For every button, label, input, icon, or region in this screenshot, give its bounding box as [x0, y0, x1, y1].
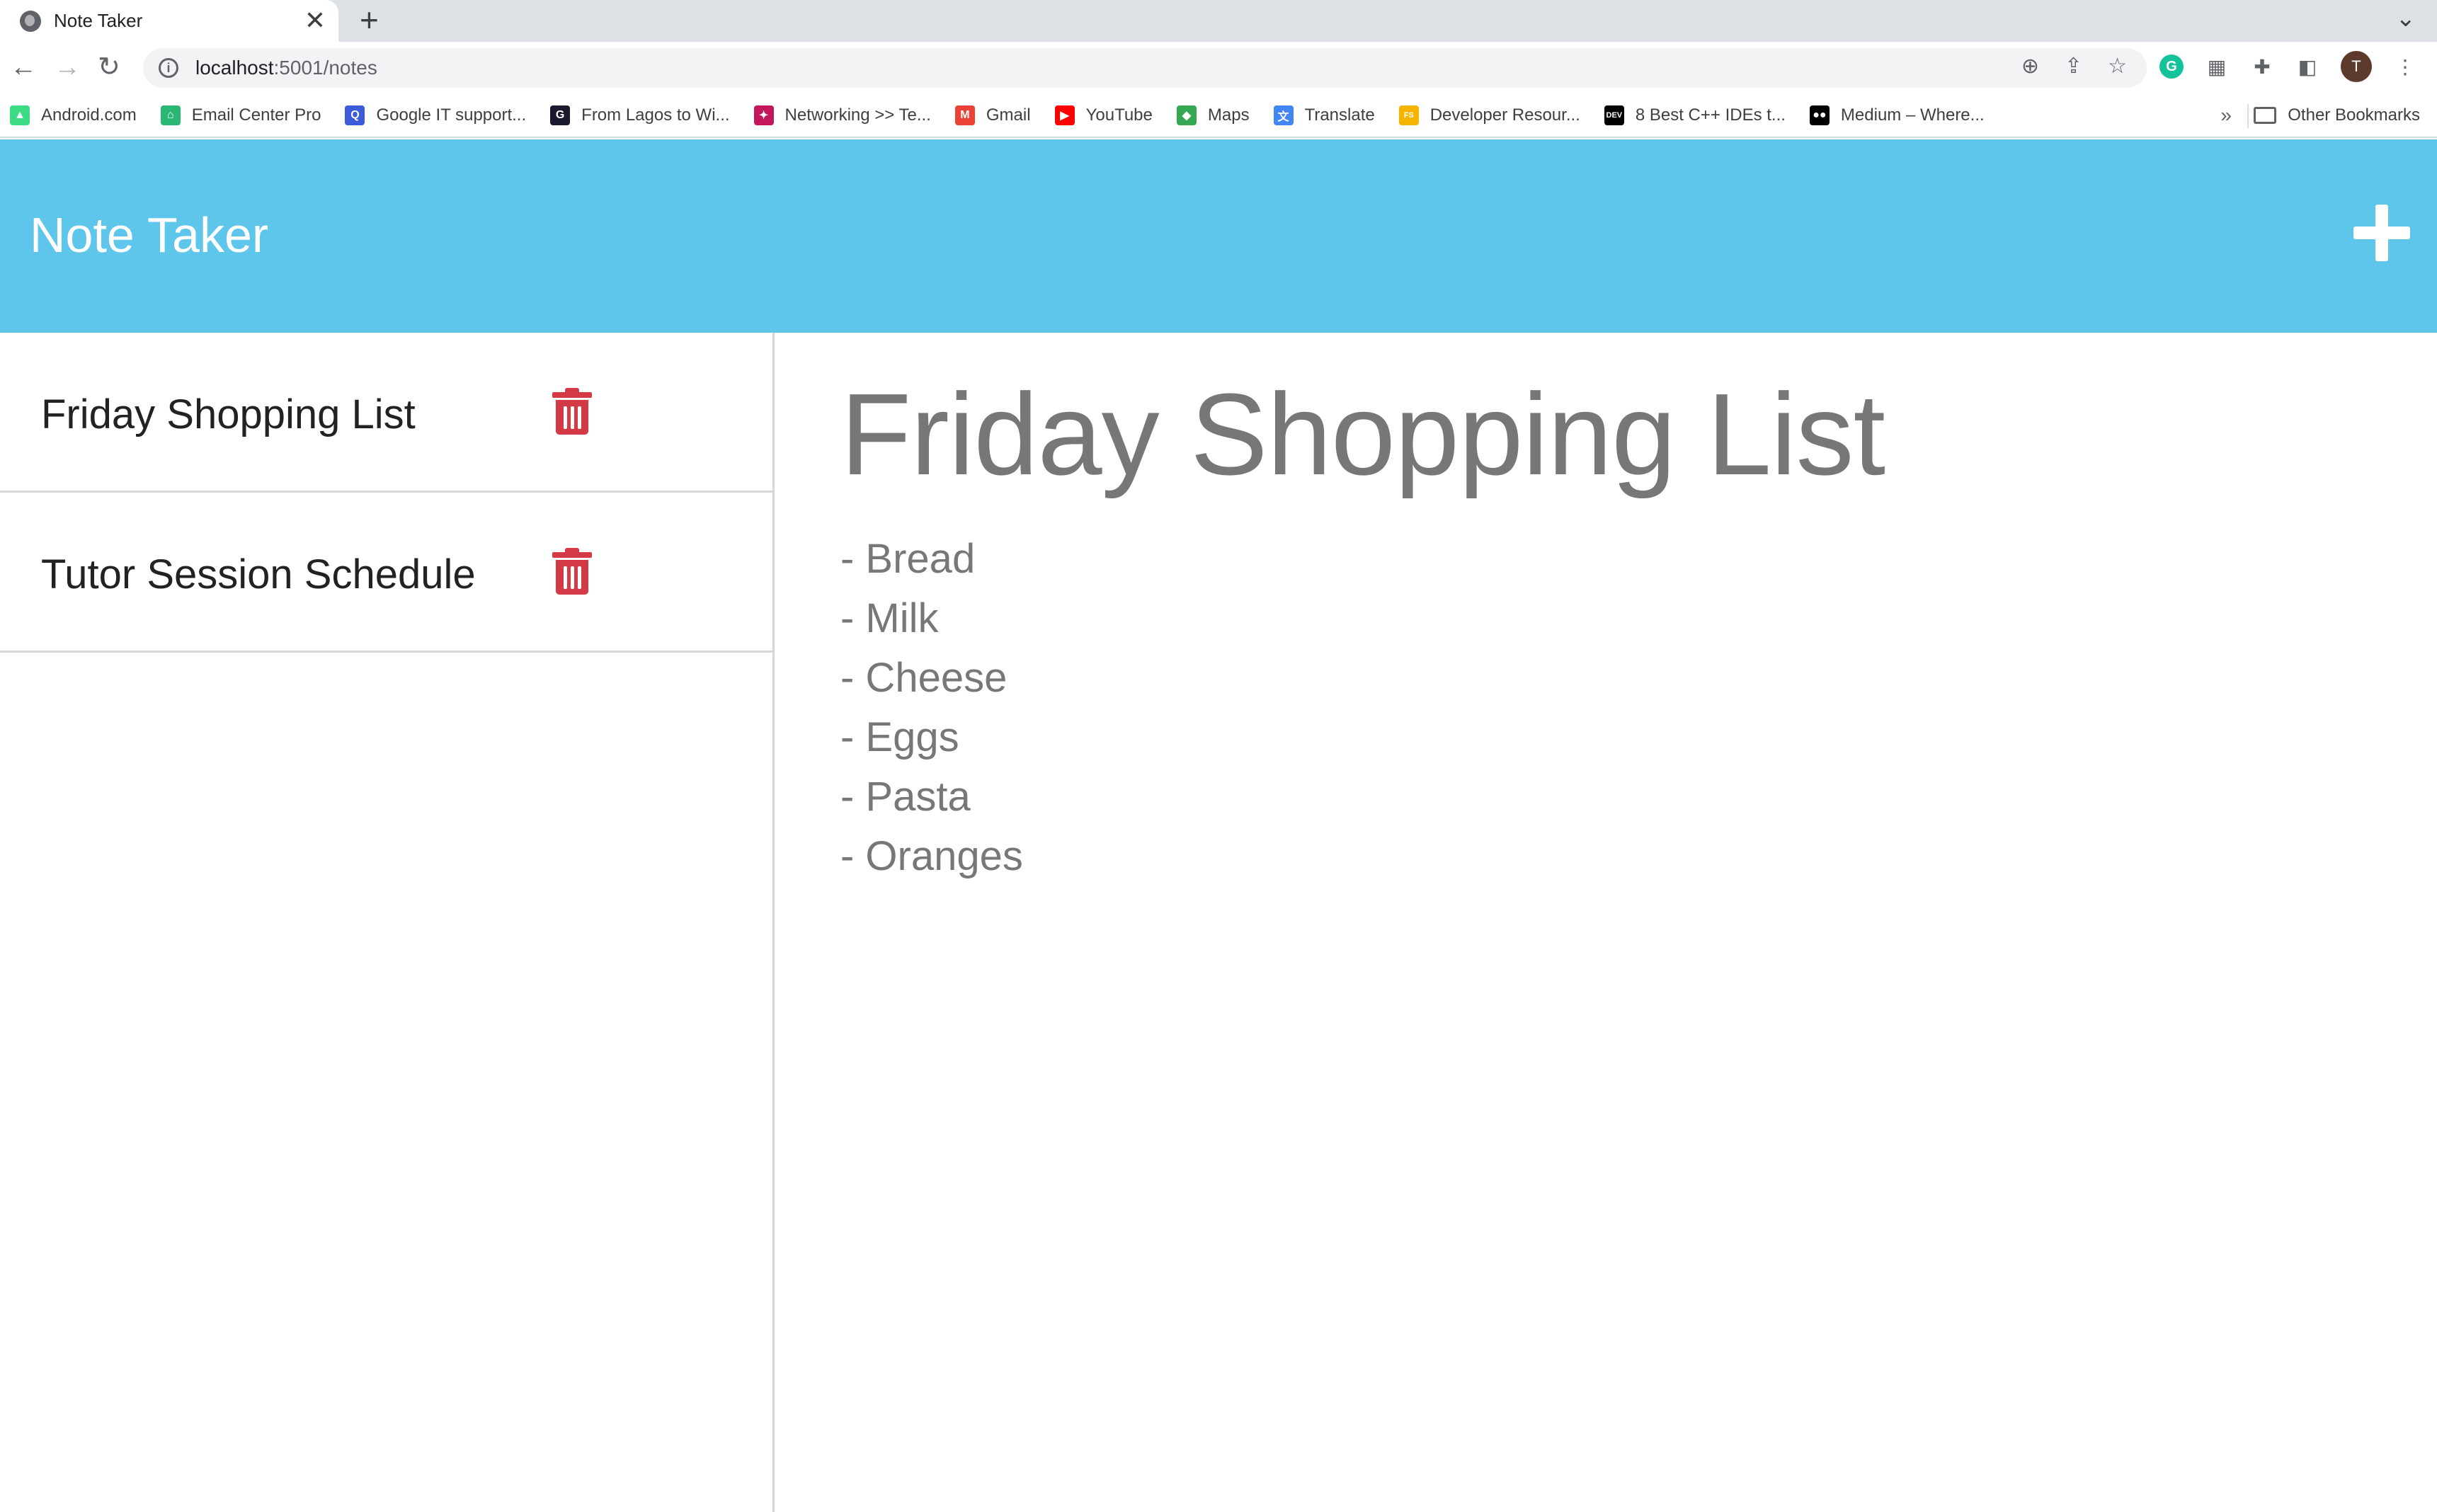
- bookmark-item[interactable]: ✦ Networking >> Te...: [753, 105, 931, 125]
- qr-code-icon[interactable]: ▦: [2205, 55, 2229, 79]
- share-icon[interactable]: ⇪: [2065, 54, 2082, 79]
- note-list-item[interactable]: Friday Shopping List: [0, 333, 773, 493]
- app-header: Note Taker: [0, 139, 2437, 333]
- forward-icon[interactable]: →: [54, 52, 81, 83]
- side-panel-icon[interactable]: ◧: [2295, 55, 2319, 79]
- url-host: localhost: [195, 57, 274, 79]
- back-icon[interactable]: ←: [10, 52, 37, 83]
- close-tab-icon[interactable]: ✕: [304, 6, 326, 35]
- dev-icon: DEV: [1604, 105, 1624, 125]
- note-editor: Friday Shopping List - Bread - Milk - Chee…: [777, 333, 2437, 1512]
- note-list: Friday Shopping List Tutor Session Sched…: [0, 333, 775, 1512]
- other-bookmarks[interactable]: Other Bookmarks: [2254, 94, 2420, 137]
- note-text-line: - Milk: [840, 595, 939, 641]
- note-text-line: - Eggs: [840, 714, 959, 760]
- bookmark-item[interactable]: ●● Medium – Where...: [1809, 105, 1985, 125]
- youtube-icon: ▶: [1054, 105, 1075, 125]
- note-list-item[interactable]: Tutor Session Schedule: [0, 493, 773, 653]
- note-list-item-title[interactable]: Tutor Session Schedule: [41, 551, 476, 598]
- tab-search-icon[interactable]: ⌄: [2396, 4, 2416, 33]
- bookmark-label: Developer Resour...: [1429, 105, 1580, 125]
- note-list-item-title[interactable]: Friday Shopping List: [41, 391, 416, 438]
- bookmark-item[interactable]: ⌂ Email Center Pro: [160, 105, 321, 125]
- note-text-line: - Oranges: [840, 833, 1023, 879]
- bookmark-item[interactable]: ▶ YouTube: [1054, 105, 1153, 125]
- note-text-line: - Bread: [840, 536, 976, 582]
- translate-icon: 文: [1273, 105, 1294, 125]
- bookmark-item[interactable]: ▲ Android.com: [10, 105, 137, 125]
- note-title-field[interactable]: Friday Shopping List: [840, 368, 1885, 501]
- address-bar[interactable]: i localhost:5001/notes ⊕ ⇪ ☆: [143, 48, 2147, 88]
- extensions-puzzle-icon[interactable]: ✚: [2250, 55, 2274, 79]
- profile-avatar[interactable]: T: [2341, 51, 2372, 82]
- note-text-area[interactable]: - Bread - Milk - Cheese - Eggs - Pasta - Oran…: [840, 529, 1023, 886]
- bookmark-label: Android.com: [41, 105, 137, 125]
- browser-tab-strip: Note Taker ✕ + ⌄: [0, 0, 2437, 42]
- delete-trash-icon[interactable]: [552, 388, 592, 435]
- bookmarks-separator: [2247, 104, 2249, 128]
- more-menu-icon[interactable]: ⋮: [2393, 55, 2417, 79]
- bookmark-item[interactable]: 文 Translate: [1273, 105, 1375, 125]
- delete-trash-icon[interactable]: [552, 548, 592, 595]
- note-text-line: - Cheese: [840, 655, 1008, 701]
- bookmark-label: Translate: [1304, 105, 1375, 125]
- tab-title: Note Taker: [54, 10, 143, 31]
- bookmark-label: Email Center Pro: [191, 105, 321, 125]
- app-title[interactable]: Note Taker: [30, 207, 268, 263]
- search-q-icon: Q: [345, 105, 365, 125]
- other-bookmarks-label: Other Bookmarks: [2288, 105, 2420, 125]
- medium-g-icon: G: [550, 105, 571, 125]
- browser-toolbar: ← → ↻ i localhost:5001/notes ⊕ ⇪ ☆ G ▦ ✚…: [0, 42, 2437, 94]
- site-info-icon[interactable]: i: [159, 58, 178, 78]
- bookmark-label: Gmail: [986, 105, 1031, 125]
- add-note-plus-icon[interactable]: [2353, 205, 2410, 261]
- bookmark-item[interactable]: ◆ Maps: [1176, 105, 1250, 125]
- fs-icon: FS: [1398, 105, 1419, 125]
- gmail-icon: M: [954, 105, 975, 125]
- browser-tab[interactable]: Note Taker ✕: [0, 0, 338, 42]
- url-path: :5001/notes: [273, 57, 377, 79]
- bookmark-label: Maps: [1207, 105, 1250, 125]
- note-text-line: - Pasta: [840, 774, 971, 820]
- bookmark-label: YouTube: [1085, 105, 1153, 125]
- bookmark-star-icon[interactable]: ☆: [2108, 54, 2127, 79]
- networking-icon: ✦: [753, 105, 774, 125]
- bookmark-item[interactable]: G From Lagos to Wi...: [550, 105, 730, 125]
- bookmark-item[interactable]: M Gmail: [954, 105, 1031, 125]
- bookmark-label: Google IT support...: [376, 105, 527, 125]
- bookmark-item[interactable]: FS Developer Resour...: [1398, 105, 1580, 125]
- bookmark-label: Networking >> Te...: [784, 105, 931, 125]
- email-center-icon: ⌂: [160, 105, 181, 125]
- new-tab-button[interactable]: +: [360, 3, 379, 37]
- more-bookmarks-chevron[interactable]: »: [2220, 104, 2232, 127]
- bookmark-item[interactable]: Q Google IT support...: [345, 105, 526, 125]
- maps-icon: ◆: [1176, 105, 1197, 125]
- bookmark-label: From Lagos to Wi...: [581, 105, 730, 125]
- grammarly-icon[interactable]: G: [2159, 55, 2184, 79]
- bookmark-item[interactable]: DEV 8 Best C++ IDEs t...: [1604, 105, 1786, 125]
- bookmarks-bar: ▲ Android.com ⌂ Email Center Pro Q Google IT …: [0, 94, 2437, 138]
- folder-icon: [2254, 107, 2277, 124]
- zoom-icon[interactable]: ⊕: [2021, 54, 2039, 79]
- reload-icon[interactable]: ↻: [98, 52, 120, 83]
- bookmark-label: Medium – Where...: [1840, 105, 1985, 125]
- bookmark-label: 8 Best C++ IDEs t...: [1635, 105, 1786, 125]
- android-icon: ▲: [10, 105, 30, 125]
- medium-icon: ●●: [1809, 105, 1830, 125]
- globe-icon: [20, 10, 41, 32]
